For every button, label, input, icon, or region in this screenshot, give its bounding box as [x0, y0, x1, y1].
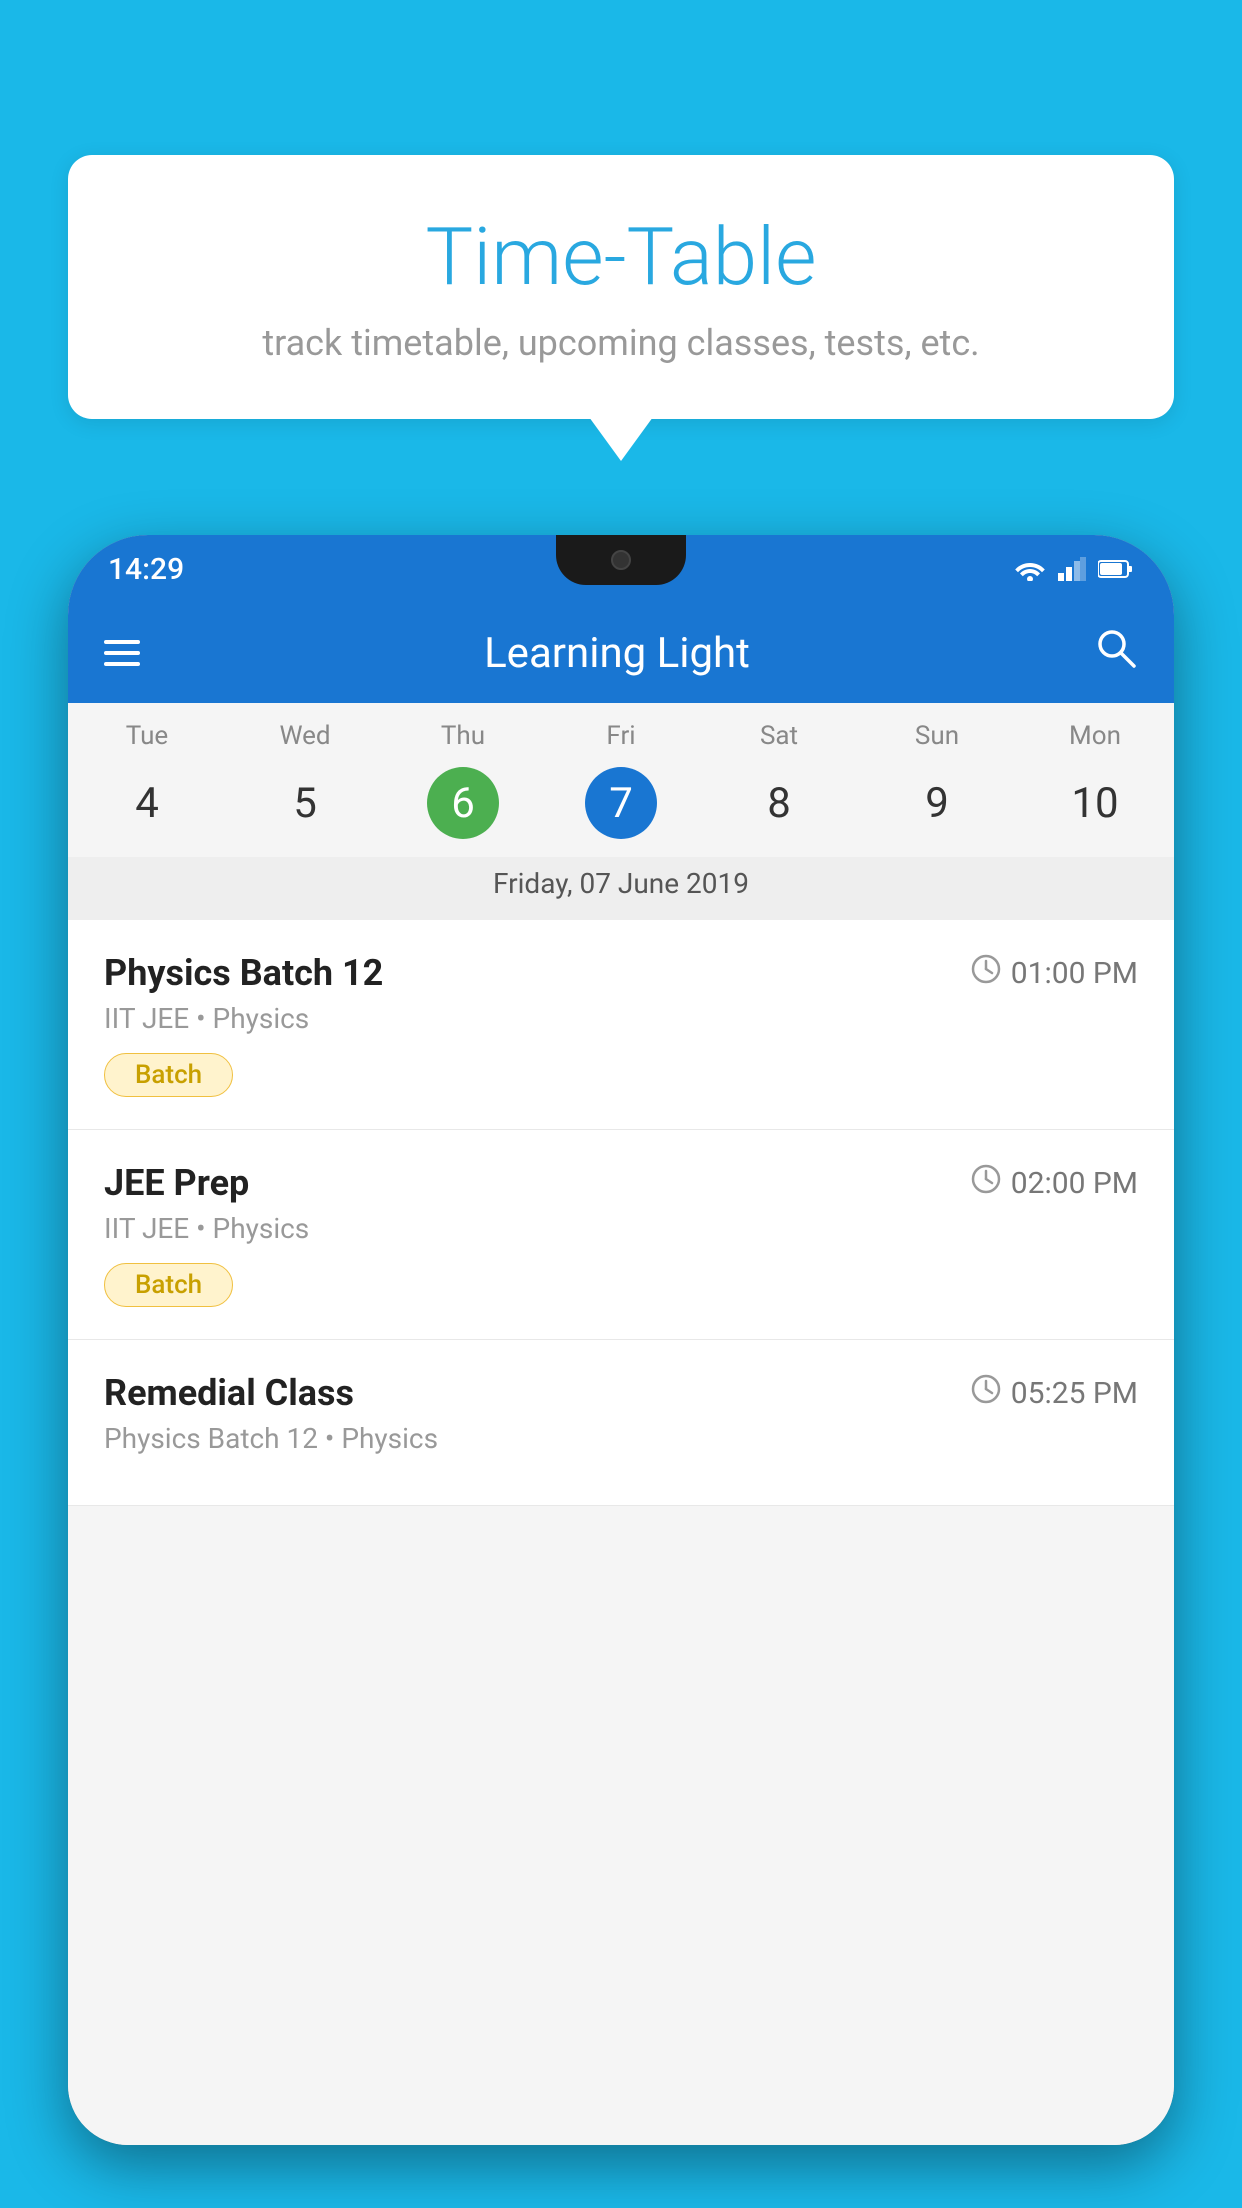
batch-badge-2: Batch — [104, 1263, 233, 1307]
schedule-item-3-subtitle: Physics Batch 12 • Physics — [104, 1422, 1138, 1455]
signal-icon — [1058, 557, 1086, 581]
day-9[interactable]: 9 — [858, 759, 1016, 847]
day-label-sat: Sat — [700, 721, 858, 751]
schedule-item-2[interactable]: JEE Prep 02:00 PM — [68, 1130, 1174, 1340]
app-title: Learning Light — [170, 629, 1064, 678]
schedule-item-1-header: Physics Batch 12 01:00 PM — [104, 952, 1138, 994]
app-header: Learning Light — [68, 603, 1174, 703]
day-10[interactable]: 10 — [1016, 759, 1174, 847]
menu-icon[interactable] — [104, 640, 140, 666]
day-8[interactable]: 8 — [700, 759, 858, 847]
day-7-selected[interactable]: 7 — [542, 759, 700, 847]
schedule-item-3[interactable]: Remedial Class 05:25 PM — [68, 1340, 1174, 1506]
batch-badge-1: Batch — [104, 1053, 233, 1097]
phone-mockup: 14:29 — [68, 535, 1174, 2208]
day-label-tue: Tue — [68, 721, 226, 751]
calendar-strip: Tue Wed Thu Fri Sat Sun Mon 4 5 — [68, 703, 1174, 920]
day-label-wed: Wed — [226, 721, 384, 751]
camera — [611, 550, 631, 570]
day-5[interactable]: 5 — [226, 759, 384, 847]
clock-icon-2 — [971, 1164, 1001, 1202]
day-numbers-row: 4 5 6 7 8 — [68, 759, 1174, 857]
day-label-thu: Thu — [384, 721, 542, 751]
page-subtitle: track timetable, upcoming classes, tests… — [128, 322, 1114, 364]
schedule-item-2-header: JEE Prep 02:00 PM — [104, 1162, 1138, 1204]
selected-date-label: Friday, 07 June 2019 — [68, 857, 1174, 920]
schedule-item-1-subtitle: IIT JEE • Physics — [104, 1002, 1138, 1035]
schedule-item-3-header: Remedial Class 05:25 PM — [104, 1372, 1138, 1414]
schedule-item-2-time: 02:00 PM — [971, 1164, 1138, 1202]
schedule-list: Physics Batch 12 01:00 PM — [68, 920, 1174, 1506]
battery-icon — [1098, 559, 1134, 579]
clock-icon-1 — [971, 954, 1001, 992]
schedule-item-3-title: Remedial Class — [104, 1372, 354, 1414]
page-title: Time-Table — [128, 210, 1114, 304]
clock-icon-3 — [971, 1374, 1001, 1412]
schedule-item-2-title: JEE Prep — [104, 1162, 249, 1204]
phone-frame: 14:29 — [68, 535, 1174, 2145]
day-label-sun: Sun — [858, 721, 1016, 751]
phone-screen: Tue Wed Thu Fri Sat Sun Mon 4 5 — [68, 703, 1174, 2145]
search-icon[interactable] — [1094, 626, 1138, 680]
status-icons — [1014, 557, 1134, 581]
schedule-item-1-title: Physics Batch 12 — [104, 952, 383, 994]
speech-bubble: Time-Table track timetable, upcoming cla… — [68, 155, 1174, 419]
wifi-icon — [1014, 557, 1046, 581]
notch — [556, 535, 686, 585]
schedule-item-3-time: 05:25 PM — [971, 1374, 1138, 1412]
day-label-fri: Fri — [542, 721, 700, 751]
schedule-item-2-subtitle: IIT JEE • Physics — [104, 1212, 1138, 1245]
phone-screen-inner: 14:29 — [68, 535, 1174, 2145]
status-time: 14:29 — [108, 552, 184, 587]
day-labels-row: Tue Wed Thu Fri Sat Sun Mon — [68, 703, 1174, 759]
status-bar: 14:29 — [68, 535, 1174, 603]
speech-bubble-container: Time-Table track timetable, upcoming cla… — [68, 155, 1174, 419]
day-6-today[interactable]: 6 — [384, 759, 542, 847]
schedule-item-1[interactable]: Physics Batch 12 01:00 PM — [68, 920, 1174, 1130]
schedule-item-1-time: 01:00 PM — [971, 954, 1138, 992]
day-label-mon: Mon — [1016, 721, 1174, 751]
day-4[interactable]: 4 — [68, 759, 226, 847]
